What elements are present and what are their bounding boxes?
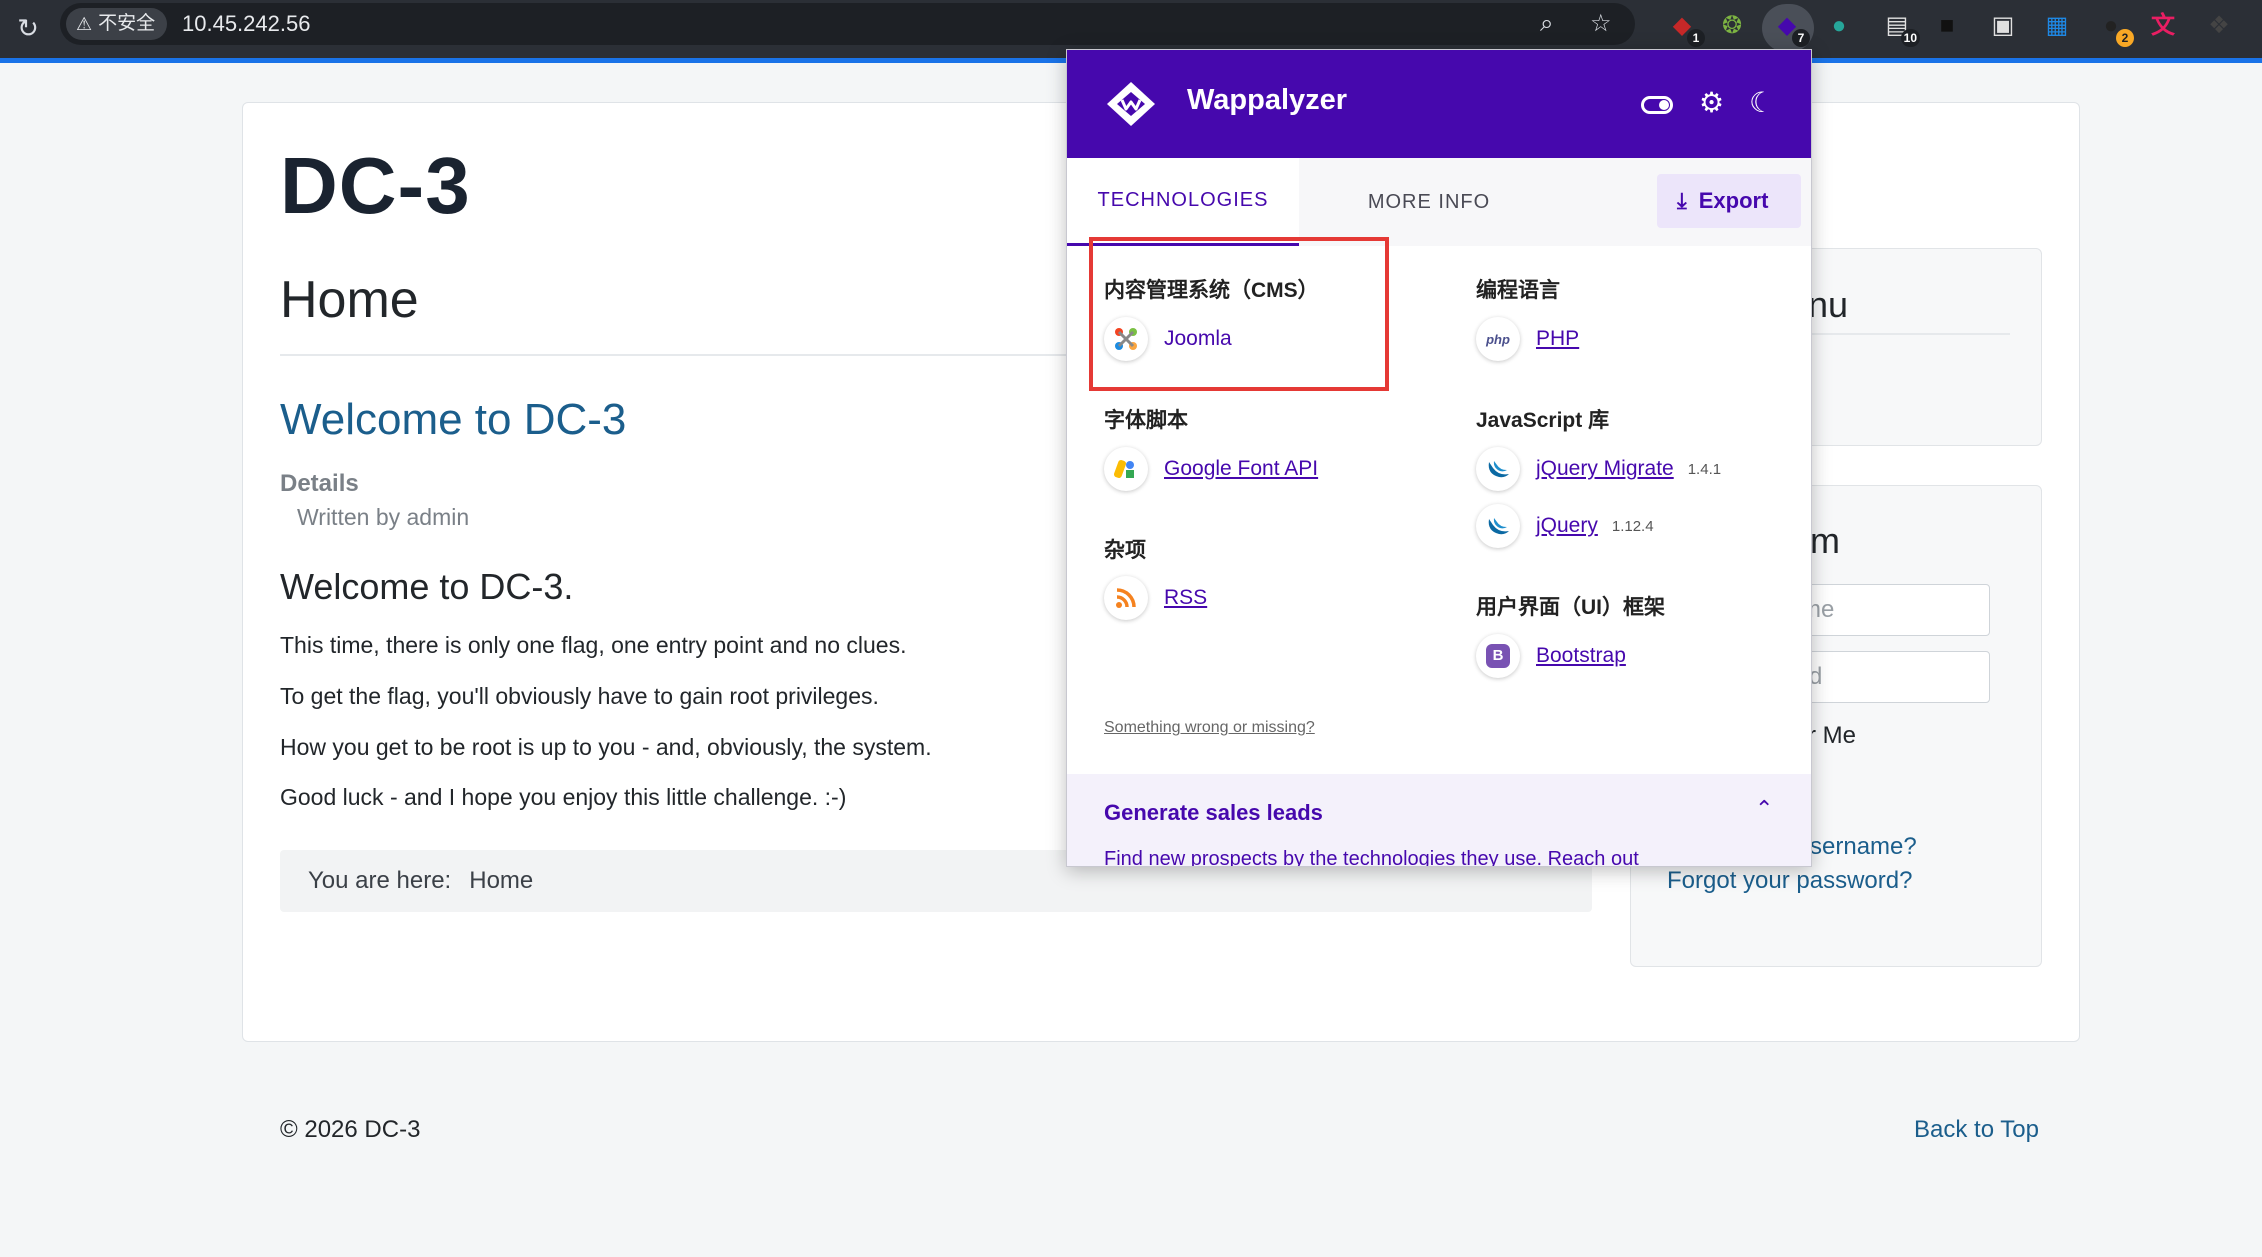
dark-extension-icon[interactable]: ■: [1930, 9, 1964, 43]
heading-divider: [280, 354, 1080, 356]
category-ui-frameworks: 用户界面（UI）框架: [1476, 596, 1665, 619]
category-font-scripts: 字体脚本: [1104, 409, 1188, 432]
php-icon: php: [1476, 317, 1520, 361]
security-chip[interactable]: ⚠ 不安全: [66, 8, 168, 40]
menu-title-fragment: nu: [1808, 284, 1849, 325]
camera-extension-icon[interactable]: ▣: [1986, 9, 2020, 43]
tech-version: 1.4.1: [1687, 460, 1722, 478]
tech-version: 1.12.4: [1611, 517, 1654, 535]
chevron-up-icon[interactable]: ⌃: [1755, 796, 1773, 822]
cms-highlight-box: [1089, 237, 1389, 391]
tech-bootstrap[interactable]: B Bootstrap: [1476, 634, 1626, 678]
breadcrumb-current: Home: [469, 867, 534, 894]
bookmark-star-icon[interactable]: ☆: [1590, 3, 1612, 45]
extension-badge: 2: [2116, 29, 2134, 47]
wappalyzer-header: Wappalyzer ⚙ ☾: [1067, 50, 1811, 158]
footer-copyright: © 2026 DC-3: [280, 1116, 421, 1143]
article-paragraph: To get the flag, you'll obviously have t…: [280, 683, 879, 709]
tech-name[interactable]: Google Font API: [1164, 457, 1318, 481]
tech-php[interactable]: php PHP: [1476, 317, 1579, 361]
site-title[interactable]: DC-3: [280, 140, 471, 232]
feedback-link[interactable]: Something wrong or missing?: [1104, 719, 1315, 737]
forgot-username-link[interactable]: sername?: [1810, 833, 1917, 861]
category-javascript-libraries: JavaScript 库: [1476, 409, 1610, 432]
wappalyzer-extension-icon[interactable]: ◆ 7: [1770, 9, 1810, 47]
wappalyzer-tabs: TECHNOLOGIES MORE INFO ⤓ Export: [1067, 158, 1811, 246]
tech-name[interactable]: jQuery Migrate: [1536, 457, 1674, 481]
globe-extension-icon[interactable]: ●: [1822, 9, 1856, 43]
moon-icon[interactable]: ☾: [1749, 86, 1774, 120]
green-extension-icon[interactable]: ❂: [1715, 9, 1749, 43]
tab-technologies[interactable]: TECHNOLOGIES: [1067, 158, 1299, 246]
password-input[interactable]: rd: [1790, 651, 1990, 703]
extension-badge: 10: [1900, 29, 1920, 47]
tab-more-info[interactable]: MORE INFO: [1299, 158, 1559, 246]
leads-subtitle-link[interactable]: Find new prospects by the technologies t…: [1104, 848, 1639, 866]
window-extension-icon[interactable]: ▦: [2040, 9, 2074, 43]
category-programming: 编程语言: [1476, 279, 1560, 302]
translate-extension-icon[interactable]: 文: [2146, 9, 2180, 43]
remember-me-label[interactable]: r Me: [1808, 722, 1856, 750]
bootstrap-icon: B: [1476, 634, 1520, 678]
forgot-password-link[interactable]: Forgot your password?: [1667, 867, 1912, 895]
shield-extension-icon[interactable]: ◆ 1: [1665, 9, 1705, 47]
jquery-icon: [1476, 447, 1520, 491]
article-title-link[interactable]: Welcome to DC-3: [280, 395, 626, 445]
puzzle-extension-icon[interactable]: ❖: [2202, 9, 2236, 43]
export-button[interactable]: ⤓ Export: [1657, 174, 1801, 228]
address-bar[interactable]: ⚠ 不安全 10.45.242.56 ⌕ ☆: [60, 3, 1635, 45]
tech-name[interactable]: RSS: [1164, 586, 1207, 610]
wappalyzer-logo-icon: [1107, 82, 1155, 126]
breadcrumb-label: You are here:: [308, 867, 452, 894]
login-title-fragment: m: [1810, 520, 1840, 561]
page-heading: Home: [280, 271, 419, 329]
bootstrap-badge: B: [1486, 644, 1510, 668]
wappalyzer-brand: Wappalyzer: [1187, 84, 1348, 116]
toggle-icon[interactable]: [1641, 96, 1673, 114]
tech-name[interactable]: jQuery: [1536, 514, 1598, 538]
menu-divider: [1800, 333, 2010, 335]
reload-icon[interactable]: ↻: [10, 10, 46, 46]
jquery-icon: [1476, 504, 1520, 548]
tech-jquery[interactable]: jQuery 1.12.4: [1476, 504, 1654, 548]
details-label: Details: [280, 470, 359, 497]
back-to-top-link[interactable]: Back to Top: [1914, 1116, 2039, 1144]
tech-name[interactable]: PHP: [1536, 327, 1579, 351]
tech-rss[interactable]: RSS: [1104, 576, 1207, 620]
zoom-icon[interactable]: ⌕: [1540, 3, 1553, 45]
article-paragraph: How you get to be root is up to you - an…: [280, 734, 932, 760]
download-icon: ⤓: [1677, 188, 1687, 213]
gear-icon[interactable]: ⚙: [1699, 86, 1724, 120]
github-extension-icon[interactable]: ● 2: [2094, 9, 2134, 47]
wappalyzer-popup: Wappalyzer ⚙ ☾ TECHNOLOGIES MORE INFO ⤓ …: [1066, 49, 1812, 867]
warning-icon: ⚠: [76, 14, 93, 34]
leads-title: Generate sales leads: [1104, 800, 1323, 825]
username-input[interactable]: me: [1790, 584, 1990, 636]
export-label: Export: [1698, 188, 1769, 213]
sales-leads-panel[interactable]: Generate sales leads ⌃ Find new prospect…: [1067, 774, 1811, 866]
article-paragraph: Good luck - and I hope you enjoy this li…: [280, 784, 847, 810]
extension-badge: 1: [1687, 29, 1705, 47]
extension-badge: 7: [1792, 29, 1810, 47]
tech-google-font-api[interactable]: Google Font API: [1104, 447, 1318, 491]
tech-name[interactable]: Bootstrap: [1536, 644, 1626, 668]
url-text[interactable]: 10.45.242.56: [182, 3, 310, 45]
google-fonts-icon: [1104, 447, 1148, 491]
security-label: 不安全: [98, 13, 156, 34]
save-extension-icon[interactable]: ▤ 10: [1880, 9, 1920, 47]
article-paragraph: This time, there is only one flag, one e…: [280, 632, 907, 658]
rss-icon: [1104, 576, 1148, 620]
tech-jquery-migrate[interactable]: jQuery Migrate 1.4.1: [1476, 447, 1721, 491]
article-heading: Welcome to DC-3.: [280, 566, 574, 607]
author-line: Written by admin: [297, 504, 470, 530]
category-misc: 杂项: [1104, 539, 1146, 562]
